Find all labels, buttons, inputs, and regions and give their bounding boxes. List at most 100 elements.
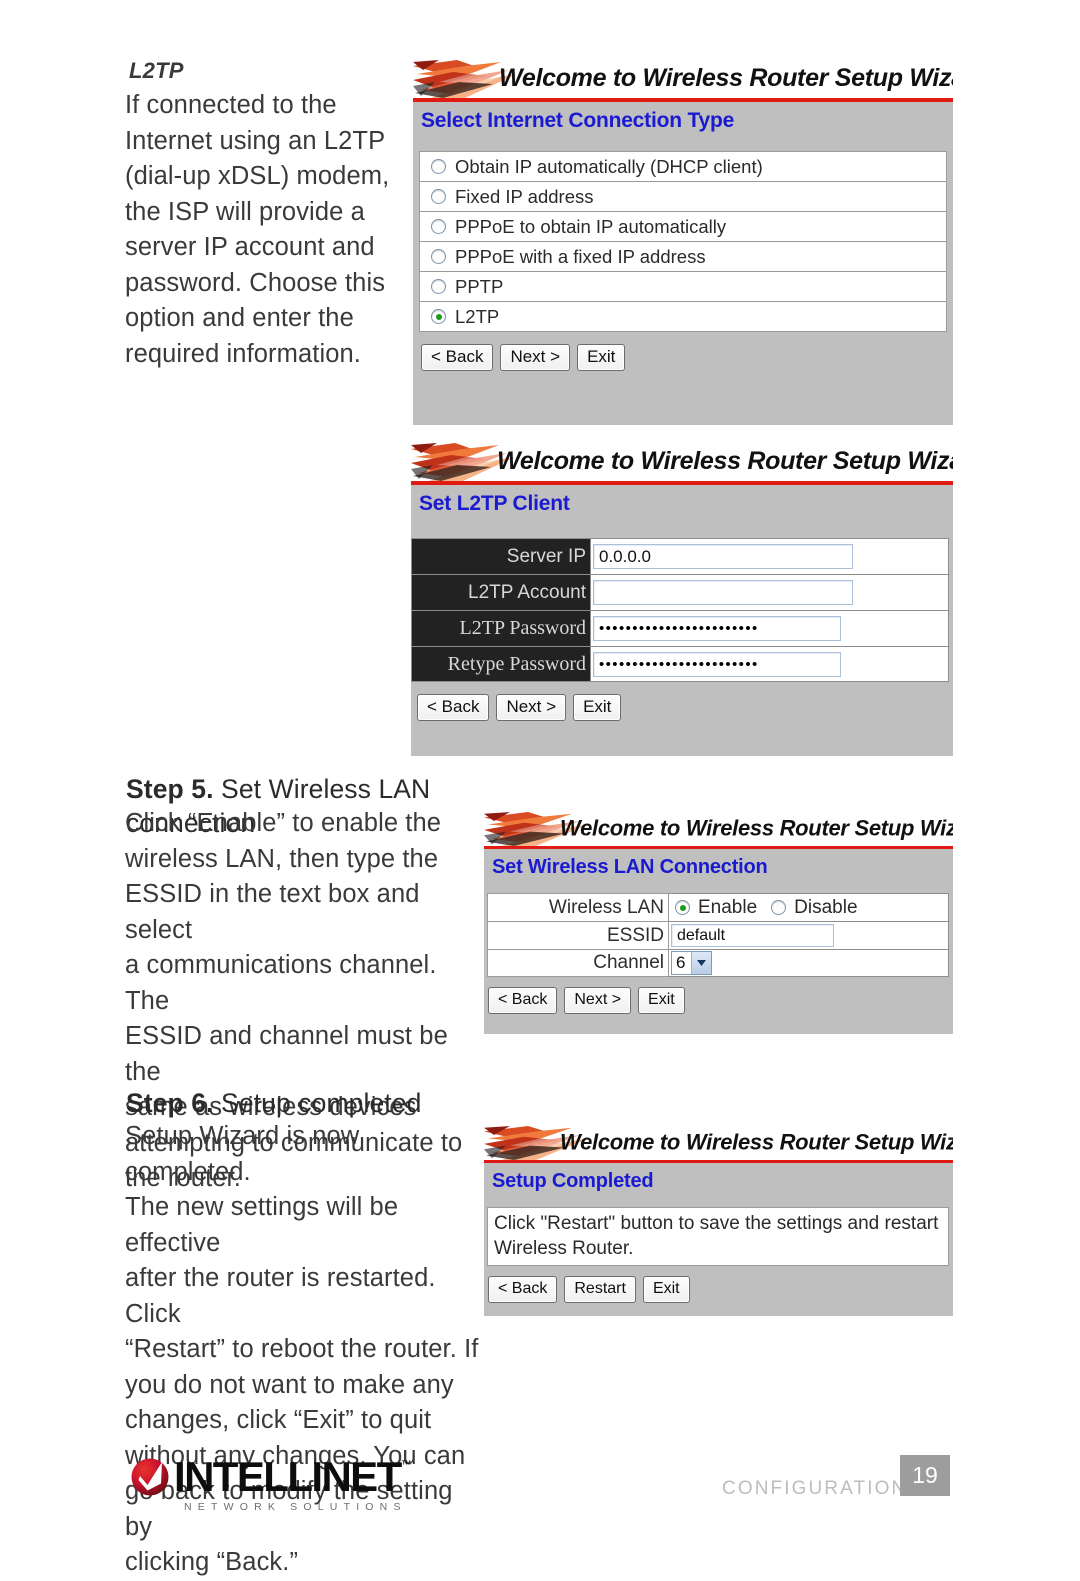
back-button[interactable]: < Back [421,344,494,371]
option-dhcp[interactable]: Obtain IP automatically (DHCP client) [419,151,947,181]
wizard-banner-title: Welcome to Wireless Router Setup Wizard [499,63,953,92]
wizard-banner: Welcome to Wireless Router Setup Wizard [413,60,953,102]
option-l2tp[interactable]: L2TP [419,301,947,332]
wizard-banner: Welcome to Wireless Router Setup Wizard [484,1126,953,1163]
setup-completed-message: Click "Restart" button to save the setti… [487,1207,949,1266]
option-label: PPTP [455,275,504,297]
wizard-banner-title: Welcome to Wireless Router Setup Wizard [497,446,953,475]
setup-completed-message-wrap: Click "Restart" button to save the setti… [484,1193,953,1266]
l2tp-password-cell: •••••••••••••••••••••••• [591,610,949,646]
server-ip-cell: 0.0.0.0 [591,538,949,574]
retype-password-cell: •••••••••••••••••••••••• [591,646,949,682]
option-label: PPPoE to obtain IP automatically [455,215,727,237]
next-button[interactable]: Next > [496,694,567,721]
wireless-lan-disable-option[interactable]: Disable [771,896,858,919]
chevron-down-glyph [697,960,707,966]
option-label: PPPoE with a fixed IP address [455,245,706,267]
radio-icon[interactable] [431,219,446,234]
logo-tagline: NETWORK SOLUTIONS [184,1501,407,1513]
exit-button[interactable]: Exit [642,1276,690,1303]
essid-input[interactable]: default [671,924,834,947]
page-number-badge: 19 [900,1455,950,1496]
radio-icon[interactable] [771,900,787,915]
logo-row: INTELLINET ™ [128,1455,412,1499]
l2tp-subheading: L2TP [129,58,184,83]
option-label: Obtain IP automatically (DHCP client) [455,155,763,177]
footer-section-label: CONFIGURATION [722,1478,908,1499]
l2tp-password-input[interactable]: •••••••••••••••••••••••• [593,616,841,641]
channel-cell: 6 [669,949,949,977]
wizard-banner: Welcome to Wireless Router Setup Wizard [411,443,953,485]
exit-button[interactable]: Exit [638,987,685,1014]
intellinet-logo: INTELLINET ™ NETWORK SOLUTIONS [128,1455,412,1513]
screenshot-select-connection-type: Welcome to Wireless Router Setup Wizard … [413,60,953,425]
screen1-page-title: Select Internet Connection Type [421,109,735,132]
l2tp-password-label: L2TP Password [411,610,591,646]
l2tp-account-label: L2TP Account [411,574,591,610]
radio-icon[interactable] [431,279,446,294]
channel-select[interactable]: 6 [671,951,713,975]
screen2-page-title: Set L2TP Client [419,492,570,515]
radio-icon-selected[interactable] [431,309,446,324]
l2tp-client-form: Server IP 0.0.0.0 L2TP Account L2TP Pass… [411,516,953,682]
screenshot-set-l2tp-client: Welcome to Wireless Router Setup Wizard … [411,443,953,756]
l2tp-account-input[interactable] [593,580,853,605]
field-row-channel: Channel 6 [487,949,949,977]
channel-label: Channel [487,949,669,977]
step5-number: Step 5. [126,774,214,804]
screen3-button-bar: < Back Next > Exit [484,977,953,1014]
logo-wordmark: INTELLINET [174,1453,402,1500]
field-row-retype-password: Retype Password •••••••••••••••••••••••• [411,646,949,682]
field-row-l2tp-password: L2TP Password •••••••••••••••••••••••• [411,610,949,646]
radio-icon[interactable] [431,159,446,174]
enable-label: Enable [698,896,758,918]
retype-password-label: Retype Password [411,646,591,682]
l2tp-paragraph: If connected to the Internet using an L2… [125,91,390,368]
screen2-button-bar: < Back Next > Exit [411,682,953,721]
chevron-down-icon[interactable] [691,952,712,974]
exit-button[interactable]: Exit [573,694,622,721]
step6-number: Step 6. [126,1088,214,1118]
wizard-banner: Welcome to Wireless Router Setup Wizard [484,812,953,849]
retype-password-input[interactable]: •••••••••••••••••••••••• [593,651,841,677]
option-pptp[interactable]: PPTP [419,271,947,301]
wireless-lan-cell: Enable Disable [669,893,949,921]
wizard-banner-title: Welcome to Wireless Router Setup Wizard [560,1129,953,1155]
screen4-page-title: Setup Completed [492,1170,654,1192]
back-button[interactable]: < Back [417,694,490,721]
back-button[interactable]: < Back [488,1276,558,1303]
radio-icon[interactable] [431,249,446,264]
essid-cell: default [669,921,949,949]
connection-type-option-list: Obtain IP automatically (DHCP client) Fi… [413,133,953,332]
next-button[interactable]: Next > [564,987,632,1014]
field-row-server-ip: Server IP 0.0.0.0 [411,538,949,574]
radio-icon-selected[interactable] [675,900,690,915]
server-ip-input[interactable]: 0.0.0.0 [593,544,853,569]
exit-button[interactable]: Exit [577,344,626,371]
screen4-button-bar: < Back Restart Exit [484,1266,953,1303]
screen3-page-title: Set Wireless LAN Connection [492,856,768,878]
radio-icon[interactable] [431,189,446,204]
server-ip-label: Server IP [411,538,591,574]
step6-heading: Step 6. Setup completed [126,1086,546,1120]
disable-label: Disable [794,896,858,918]
step6-title: Setup completed [213,1088,422,1118]
option-label: L2TP [455,305,500,327]
option-fixed-ip[interactable]: Fixed IP address [419,181,947,211]
screen1-button-bar: < Back Next > Exit [413,332,953,371]
wireless-lan-enable-option[interactable]: Enable [675,897,757,919]
option-label: Fixed IP address [455,185,594,207]
option-pppoe-fixed[interactable]: PPPoE with a fixed IP address [419,241,947,271]
field-row-wireless-lan: Wireless LAN Enable Disable [487,893,949,921]
trademark-icon: ™ [400,1459,412,1471]
channel-selected-value: 6 [676,953,686,972]
l2tp-account-cell [591,574,949,610]
restart-button[interactable]: Restart [564,1276,636,1303]
back-button[interactable]: < Back [488,987,558,1014]
next-button[interactable]: Next > [500,344,571,371]
screenshot-set-wireless-lan: Welcome to Wireless Router Setup Wizard … [484,812,953,1034]
wireless-lan-form: Wireless LAN Enable Disable ESSID defaul… [484,879,953,977]
wizard-banner-title: Welcome to Wireless Router Setup Wizard [560,815,953,841]
option-pppoe-auto[interactable]: PPPoE to obtain IP automatically [419,211,947,241]
field-row-l2tp-account: L2TP Account [411,574,949,610]
